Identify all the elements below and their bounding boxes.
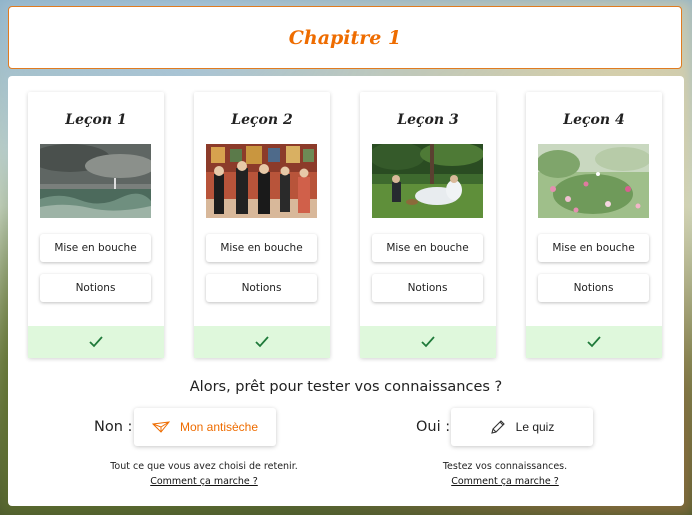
cheatsheet-button-label: Mon antisèche bbox=[179, 420, 259, 434]
lesson-image-seascape[interactable] bbox=[40, 144, 151, 218]
lesson-title: Leçon 1 bbox=[65, 112, 127, 128]
pencil-icon bbox=[490, 420, 505, 434]
lesson-cards: Leçon 1 Mise en bouche Notions Leçon 2 M… bbox=[28, 92, 662, 358]
check-icon bbox=[255, 336, 269, 348]
chapter-title: Chapitre 1 bbox=[288, 26, 402, 49]
lesson-status-completed bbox=[526, 326, 662, 358]
lesson-status-completed bbox=[194, 326, 330, 358]
check-icon bbox=[421, 336, 435, 348]
mise-en-bouche-button[interactable]: Mise en bouche bbox=[40, 234, 151, 262]
lesson-title: Leçon 2 bbox=[231, 112, 293, 128]
quiz-description: Testez vos connaissances. bbox=[442, 461, 568, 472]
check-icon bbox=[89, 336, 103, 348]
lesson-card-3: Leçon 3 Mise en bouche Notions bbox=[360, 92, 496, 358]
mise-en-bouche-button[interactable]: Mise en bouche bbox=[372, 234, 483, 262]
main-panel: Leçon 1 Mise en bouche Notions Leçon 2 M… bbox=[8, 76, 684, 506]
paper-plane-icon bbox=[151, 421, 170, 433]
lesson-status-completed bbox=[360, 326, 496, 358]
check-icon bbox=[587, 336, 601, 348]
lesson-card-1: Leçon 1 Mise en bouche Notions bbox=[28, 92, 164, 358]
notions-button[interactable]: Notions bbox=[538, 274, 649, 302]
mise-en-bouche-button[interactable]: Mise en bouche bbox=[538, 234, 649, 262]
lesson-image-picnic[interactable] bbox=[372, 144, 483, 218]
cheatsheet-help-link[interactable]: Comment ça marche ? bbox=[94, 476, 314, 487]
notions-button[interactable]: Notions bbox=[372, 274, 483, 302]
cheatsheet-description: Tout ce que vous avez choisi de retenir. bbox=[110, 461, 298, 472]
lesson-card-2: Leçon 2 Mise en bouche Notions bbox=[194, 92, 330, 358]
lesson-card-4: Leçon 4 Mise en bouche Notions bbox=[526, 92, 662, 358]
no-label: Non : bbox=[94, 419, 133, 435]
lesson-image-salon[interactable] bbox=[206, 144, 317, 218]
mise-en-bouche-button[interactable]: Mise en bouche bbox=[206, 234, 317, 262]
chapter-header: Chapitre 1 bbox=[8, 6, 682, 69]
quiz-help-link[interactable]: Comment ça marche ? bbox=[395, 476, 615, 487]
lesson-status-completed bbox=[28, 326, 164, 358]
lesson-image-garden[interactable] bbox=[538, 144, 649, 218]
quiz-button-label: Le quiz bbox=[515, 420, 555, 434]
lesson-title: Leçon 4 bbox=[563, 112, 625, 128]
quiz-question: Alors, prêt pour tester vos connaissance… bbox=[189, 379, 503, 395]
lesson-title: Leçon 3 bbox=[397, 112, 459, 128]
quiz-button[interactable]: Le quiz bbox=[451, 408, 593, 446]
yes-label: Oui : bbox=[416, 419, 451, 435]
notions-button[interactable]: Notions bbox=[206, 274, 317, 302]
cheatsheet-button[interactable]: Mon antisèche bbox=[134, 408, 276, 446]
notions-button[interactable]: Notions bbox=[40, 274, 151, 302]
